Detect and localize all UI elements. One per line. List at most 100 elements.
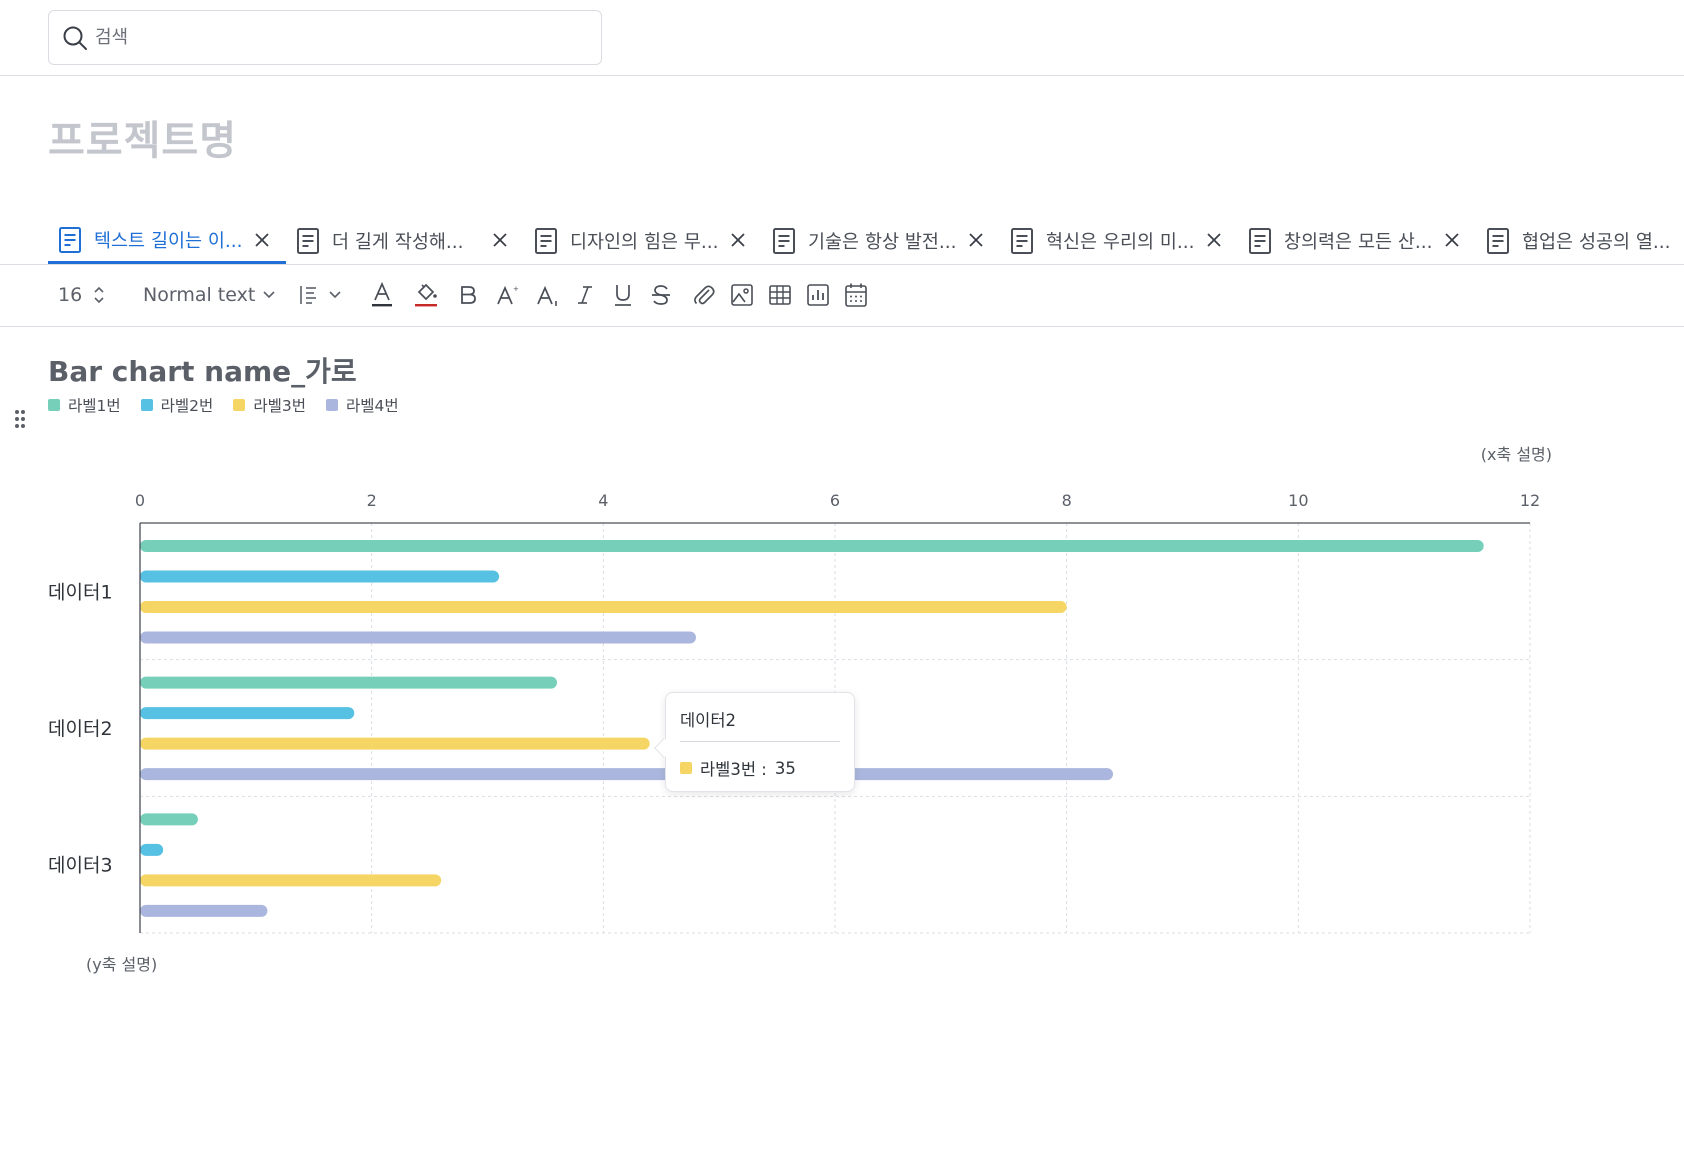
tab-label: 디자인의 힘은 무... [570,232,719,253]
document-icon [535,228,557,254]
x-tick-label: 2 [367,491,377,510]
close-icon[interactable] [966,230,986,250]
image-button[interactable] [730,264,754,326]
svg-text:+: + [513,285,519,293]
highlight-button[interactable] [413,264,439,326]
tab-label: 기술은 항상 발전... [808,232,957,253]
calendar-button[interactable] [844,264,868,326]
bar[interactable] [140,570,500,583]
tooltip-row: 라벨3번 : 35 [680,756,840,780]
strikethrough-button[interactable] [650,264,672,326]
bar[interactable] [140,707,355,720]
close-icon[interactable] [252,230,272,250]
bar[interactable] [140,768,1113,781]
search-input[interactable] [95,27,575,48]
legend-item[interactable]: 라벨1번 [48,394,121,416]
bar[interactable] [140,676,557,689]
bar[interactable] [140,631,696,644]
category-label: 데이터1 [48,581,113,603]
text-style-value: Normal text [143,284,256,306]
document-icon [1249,228,1271,254]
legend-item[interactable]: 라벨2번 [140,394,214,416]
tab-label: 협업은 성공의 열... [1522,232,1671,253]
tab-document-7[interactable]: 협업은 성공의 열... [1476,218,1672,264]
bar[interactable] [140,540,1484,552]
italic-button[interactable] [575,264,595,326]
tab-document-2[interactable]: 더 길게 작성해... [286,218,524,264]
bar[interactable] [140,737,650,750]
editor-toolbar: 16 Normal text + [0,264,1684,326]
line-spacing-button[interactable] [298,264,346,326]
chevron-down-icon [263,291,275,299]
bar[interactable] [140,843,164,856]
tab-label: 텍스트 길이는 이... [94,230,243,252]
close-icon[interactable] [1442,230,1462,250]
tab-document-4[interactable]: 기술은 항상 발전... [762,218,1000,264]
bar[interactable] [140,601,1067,613]
toolbar-divider [0,326,1684,327]
category-label: 데이터2 [48,718,113,740]
superscript-icon: + [497,285,519,305]
underline-button[interactable] [612,264,634,326]
x-tick-label: 4 [598,491,608,510]
superscript-button[interactable]: + [496,264,520,326]
font-size-value: 16 [58,284,83,306]
tab-label: 혁신은 우리의 미... [1046,232,1195,253]
subscript-button[interactable] [536,264,562,326]
search-bar[interactable] [48,10,602,65]
x-axis-description: (x축 설명) [1481,445,1552,464]
category-label: 데이터3 [48,855,113,877]
close-icon[interactable] [490,230,510,250]
header-divider [0,75,1684,76]
legend-label: 라벨4번 [345,397,399,415]
legend-swatch [140,399,153,411]
legend-label: 라벨3번 [253,397,306,415]
drag-handle-icon[interactable] [13,408,27,430]
italic-icon [578,286,592,304]
bar[interactable] [140,904,268,917]
x-tick-label: 10 [1288,491,1308,510]
legend-label: 라벨2번 [160,397,214,415]
underline-icon [615,285,631,306]
document-icon [297,228,319,254]
subscript-icon [537,285,557,306]
tooltip-value: 35 [774,758,796,778]
document-icon [1011,228,1033,254]
x-tick-label: 8 [1062,491,1072,510]
calendar-icon [845,283,867,307]
text-style-dropdown[interactable]: Normal text [143,264,277,326]
bold-icon [461,286,476,304]
font-color-button[interactable] [370,264,394,326]
x-tick-label: 12 [1520,491,1540,510]
line-spacing-icon [300,286,341,304]
document-icon [1487,228,1509,254]
tab-document-5[interactable]: 혁신은 우리의 미... [1000,218,1238,264]
tab-document-1[interactable]: 텍스트 길이는 이... [48,218,286,264]
chart-title: Bar chart name_가로 [48,355,357,388]
x-tick-label: 0 [135,491,145,510]
attach-icon [694,285,715,305]
tooltip-series-label: 라벨3번 : [700,760,767,779]
tooltip-title: 데이터2 [680,707,840,742]
close-icon[interactable] [1204,230,1224,250]
legend-item[interactable]: 라벨4번 [325,394,399,416]
legend-label: 라벨1번 [68,397,121,415]
tab-document-6[interactable]: 창의력은 모든 산... [1238,218,1476,264]
bar[interactable] [140,874,442,887]
table-button[interactable] [768,264,792,326]
chart-button[interactable] [806,264,830,326]
y-axis-description: (y축 설명) [86,955,157,974]
document-tabs: 텍스트 길이는 이... 더 길게 작성해... 디자인의 힘은 무... 기술… [48,218,1672,264]
close-icon[interactable] [728,230,748,250]
bold-button[interactable] [458,264,478,326]
x-tick-label: 6 [830,491,840,510]
legend-swatch [48,399,60,411]
bar[interactable] [140,813,198,826]
tab-document-3[interactable]: 디자인의 힘은 무... [524,218,762,264]
font-size-stepper[interactable]: 16 [58,264,106,326]
attach-button[interactable] [692,264,716,326]
legend-swatch [233,399,246,411]
legend-item[interactable]: 라벨3번 [233,394,306,416]
tab-label: 더 길게 작성해... [332,232,464,253]
tooltip-swatch [680,762,692,774]
